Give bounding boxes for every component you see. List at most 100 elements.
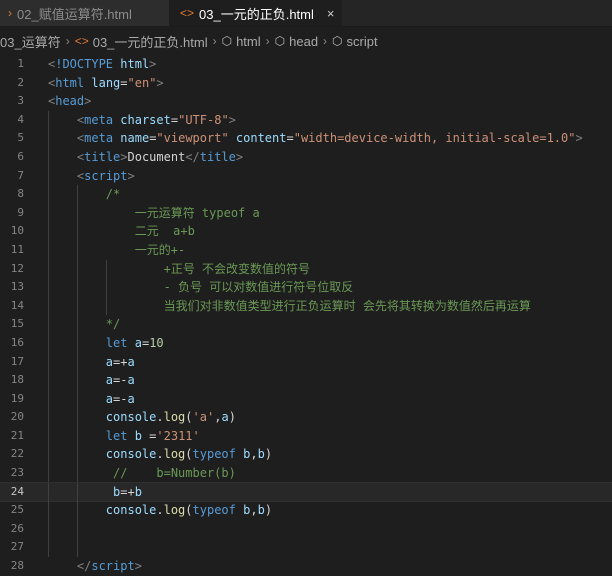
line-number: 8 — [17, 187, 24, 201]
code-text: <head> — [48, 94, 92, 109]
line-number: 20 — [10, 410, 24, 424]
tab-label: 03_一元的正负.html — [199, 6, 314, 22]
indent-guide — [48, 519, 49, 539]
line-number: 4 — [17, 112, 24, 126]
code-line[interactable]: 25 console.log(typeof b,b) — [0, 501, 612, 520]
indent-guide — [48, 538, 49, 558]
chevron-right-icon: › — [212, 34, 217, 48]
code-text: <title>Document</title> — [76, 149, 244, 164]
tab-02-assignment-operator[interactable]: › 02_赋值运算符.html — [0, 0, 170, 26]
tab-03-unary-sign[interactable]: <> 03_一元的正负.html × — [170, 0, 343, 26]
breadcrumb: 03_运算符 › <> 03_一元的正负.html › ⬡ html › ⬡ h… — [0, 30, 612, 52]
line-number: 11 — [10, 242, 24, 256]
code-text: 一元运算符 typeof a — [48, 205, 260, 220]
chevron-right-icon: › — [8, 6, 12, 20]
line-number: 9 — [17, 205, 24, 219]
code-line[interactable]: 13 - 负号 可以对数值进行符号位取反 — [0, 278, 612, 297]
line-number: 15 — [10, 317, 24, 331]
line-number: 27 — [10, 540, 24, 554]
chevron-right-icon: › — [65, 34, 70, 48]
symbol-icon: ⬡ — [332, 34, 343, 48]
line-number: 12 — [10, 261, 24, 275]
code-text: +正号 不会改变数值的符号 — [48, 261, 311, 276]
line-number: 3 — [17, 94, 24, 108]
html-file-icon: <> — [180, 6, 195, 20]
line-number: 28 — [10, 559, 24, 573]
code-text: </script> — [76, 559, 142, 574]
symbol-icon: ⬡ — [221, 34, 233, 48]
code-line[interactable]: 4 <meta charset="UTF-8"> — [0, 110, 612, 130]
code-line[interactable]: 5 <meta name="viewport" content="width=d… — [0, 129, 612, 148]
code-line[interactable]: 20 console.log('a',a) — [0, 408, 612, 427]
code-text: 当我们对非数值类型进行正负运算时 会先将其转换为数值然后再运算 — [48, 298, 531, 313]
breadcrumb-script[interactable]: ⬡ script — [332, 34, 378, 49]
close-icon[interactable]: × — [327, 6, 335, 21]
code-text: b=+b — [113, 484, 142, 499]
code-line[interactable]: 14 当我们对非数值类型进行正负运算时 会先将其转换为数值然后再运算 — [0, 296, 612, 316]
line-number: 24 — [10, 484, 24, 498]
line-number: 14 — [10, 298, 24, 312]
code-text: 二元 a+b — [48, 224, 195, 239]
code-line[interactable]: 26 — [0, 519, 612, 539]
line-number: 21 — [10, 428, 24, 442]
code-line[interactable]: 15 */ — [0, 315, 612, 334]
line-number: 5 — [17, 131, 24, 145]
indent-guide — [76, 538, 78, 558]
code-editor[interactable]: 1 <!DOCTYPE html> 2 <html lang="en"> 3 <head>… — [0, 55, 612, 573]
line-number: 18 — [10, 373, 24, 387]
breadcrumb-html[interactable]: ⬡ html — [222, 34, 261, 49]
code-text: - 负号 可以对数值进行符号位取反 — [48, 280, 354, 295]
code-line[interactable]: 1 <!DOCTYPE html> — [0, 55, 612, 74]
code-line[interactable]: 9 一元运算符 typeof a — [0, 203, 612, 223]
line-number: 26 — [10, 521, 24, 535]
line-number: 6 — [17, 149, 24, 163]
code-line[interactable]: 3 <head> — [0, 92, 612, 111]
code-text: <!DOCTYPE html> — [48, 57, 157, 71]
code-text: let a=10 — [105, 335, 164, 350]
breadcrumb-head[interactable]: ⬡ head — [275, 34, 318, 49]
code-text: a=+a — [105, 354, 135, 369]
breadcrumb-folder[interactable]: 03_运算符 — [0, 32, 61, 51]
code-line[interactable]: 10 二元 a+b — [0, 222, 612, 241]
code-line[interactable]: 21 let b ='2311' — [0, 426, 612, 446]
line-number: 10 — [10, 224, 24, 238]
chevron-right-icon: › — [265, 34, 270, 48]
breadcrumb-file[interactable]: <> 03_一元的正负.html — [75, 32, 208, 51]
line-number: 2 — [17, 75, 24, 89]
code-line[interactable]: 23 // b=Number(b) — [0, 464, 612, 483]
indent-guide — [76, 519, 78, 539]
symbol-icon: ⬡ — [274, 34, 286, 48]
code-line[interactable]: 7 <script> — [0, 166, 612, 186]
code-line[interactable]: 28 </script> — [0, 557, 612, 576]
code-line[interactable]: 8 /* — [0, 185, 612, 204]
code-line[interactable]: 19 a=-a — [0, 389, 612, 409]
code-line[interactable]: 17 a=+a — [0, 352, 612, 372]
code-line[interactable]: 11 一元的+- — [0, 240, 612, 260]
code-line[interactable]: 18 a=-a — [0, 371, 612, 390]
code-line[interactable]: 27 — [0, 538, 612, 558]
code-text: console.log(typeof b,b) — [105, 447, 273, 462]
line-number: 13 — [10, 280, 24, 294]
line-number: 25 — [10, 503, 24, 517]
code-line[interactable]: 16 let a=10 — [0, 333, 612, 353]
tab-label: 02_赋值运算符.html — [17, 6, 132, 22]
line-number: 17 — [10, 354, 24, 368]
code-text: 一元的+- — [48, 242, 186, 257]
code-line[interactable]: 22 console.log(typeof b,b) — [0, 445, 612, 465]
code-line[interactable]: 2 <html lang="en"> — [0, 74, 612, 93]
code-line[interactable]: 24 b=+b — [0, 481, 612, 503]
code-text: <meta charset="UTF-8"> — [76, 112, 236, 127]
code-text: <script> — [76, 168, 135, 183]
code-text: console.log('a',a) — [105, 410, 236, 425]
code-text: */ — [48, 317, 121, 332]
code-text: <html lang="en"> — [48, 75, 164, 90]
code-line[interactable]: 6 <title>Document</title> — [0, 147, 612, 167]
code-text: let b ='2311' — [105, 428, 200, 443]
code-line[interactable]: 12 +正号 不会改变数值的符号 — [0, 259, 612, 279]
code-text: // b=Number(b) — [48, 466, 236, 481]
code-text: <meta name="viewport" content="width=dev… — [76, 131, 583, 146]
line-number: 23 — [10, 466, 24, 480]
line-number: 19 — [10, 391, 24, 405]
code-text: a=-a — [105, 373, 135, 388]
code-text: console.log(typeof b,b) — [105, 503, 273, 518]
